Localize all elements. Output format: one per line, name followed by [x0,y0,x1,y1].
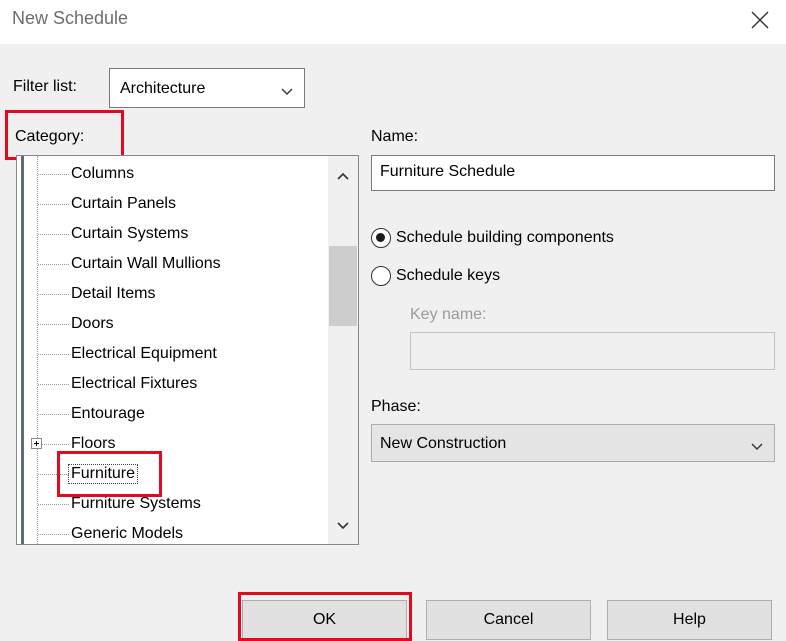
tree-connector [38,234,69,235]
name-label: Name: [371,128,419,145]
category-item-label: Electrical Equipment [71,345,217,362]
tree-connector [38,504,69,505]
cancel-button[interactable]: Cancel [426,600,591,640]
tree-connector [38,534,69,535]
name-input[interactable]: Furniture Schedule [371,155,775,191]
chevron-down-icon [280,84,294,102]
category-item-label: Furniture Systems [71,495,201,512]
category-item-label: Curtain Systems [71,225,189,242]
category-item-label: Curtain Panels [71,195,176,212]
tree-connector [38,414,69,415]
category-item-label: Entourage [71,405,145,422]
phase-label: Phase: [371,398,421,415]
tree-connector [38,324,69,325]
category-item[interactable]: Electrical Equipment [17,341,327,369]
tree-connector [38,354,69,355]
category-item[interactable]: Curtain Wall Mullions [17,251,327,279]
radio-label: Schedule building components [396,229,614,246]
category-scrollbar[interactable] [328,156,358,544]
category-item[interactable]: Floors [17,431,327,459]
tree-connector [38,204,69,205]
radio-button[interactable] [371,266,391,286]
help-button[interactable]: Help [607,600,772,640]
category-item[interactable]: Columns [17,161,327,189]
radio-schedule-keys[interactable]: Schedule keys [371,265,701,291]
category-item[interactable]: Curtain Systems [17,221,327,249]
category-item[interactable]: Detail Items [17,281,327,309]
tree-connector [38,474,69,475]
key-name-input [410,332,775,370]
close-icon [742,4,778,38]
category-item-label: Detail Items [71,285,156,302]
category-item[interactable]: Curtain Panels [17,191,327,219]
title-bar: New Schedule [0,0,786,44]
category-item[interactable]: Furniture Systems [17,491,327,519]
scroll-down-icon[interactable] [336,518,350,536]
filter-list-select[interactable]: Architecture [109,68,305,108]
category-item[interactable]: Generic Models [17,521,327,544]
radio-button[interactable] [371,228,391,248]
close-button[interactable] [742,4,778,38]
key-name-label: Key name: [410,306,487,323]
category-item-label: Doors [71,315,114,332]
category-tree[interactable]: Columns Curtain Panels Curtain Systems Curt… [16,155,359,545]
category-item[interactable]: Furniture [17,461,327,489]
filter-list-value: Architecture [120,80,206,97]
tree-connector [38,384,69,385]
category-item-label: Floors [71,435,116,452]
phase-value: New Construction [380,435,507,452]
scrollbar-thumb[interactable] [329,246,357,326]
tree-connector [38,174,69,175]
category-item-label: Curtain Wall Mullions [71,255,221,272]
chevron-down-icon [750,439,764,457]
category-item[interactable]: Doors [17,311,327,339]
tree-connector [38,264,69,265]
radio-selected-dot [376,233,385,242]
scroll-up-icon[interactable] [336,168,350,186]
category-item-label: Generic Models [71,525,184,542]
category-item-label: Electrical Fixtures [71,375,198,392]
phase-select[interactable]: New Construction [371,424,775,462]
category-item[interactable]: Electrical Fixtures [17,371,327,399]
ok-button[interactable]: OK [242,600,407,640]
radio-label: Schedule keys [396,267,501,284]
category-item[interactable]: Entourage [17,401,327,429]
dialog-title: New Schedule [12,8,129,28]
category-label: Category: [15,128,85,145]
tree-connector [38,444,69,445]
radio-schedule-building-components[interactable]: Schedule building components [371,227,701,253]
expand-plus-icon[interactable] [31,438,42,449]
category-item-label: Columns [71,165,135,182]
tree-connector [38,294,69,295]
category-item-label: Furniture [67,464,139,484]
filter-list-label: Filter list: [13,78,77,95]
